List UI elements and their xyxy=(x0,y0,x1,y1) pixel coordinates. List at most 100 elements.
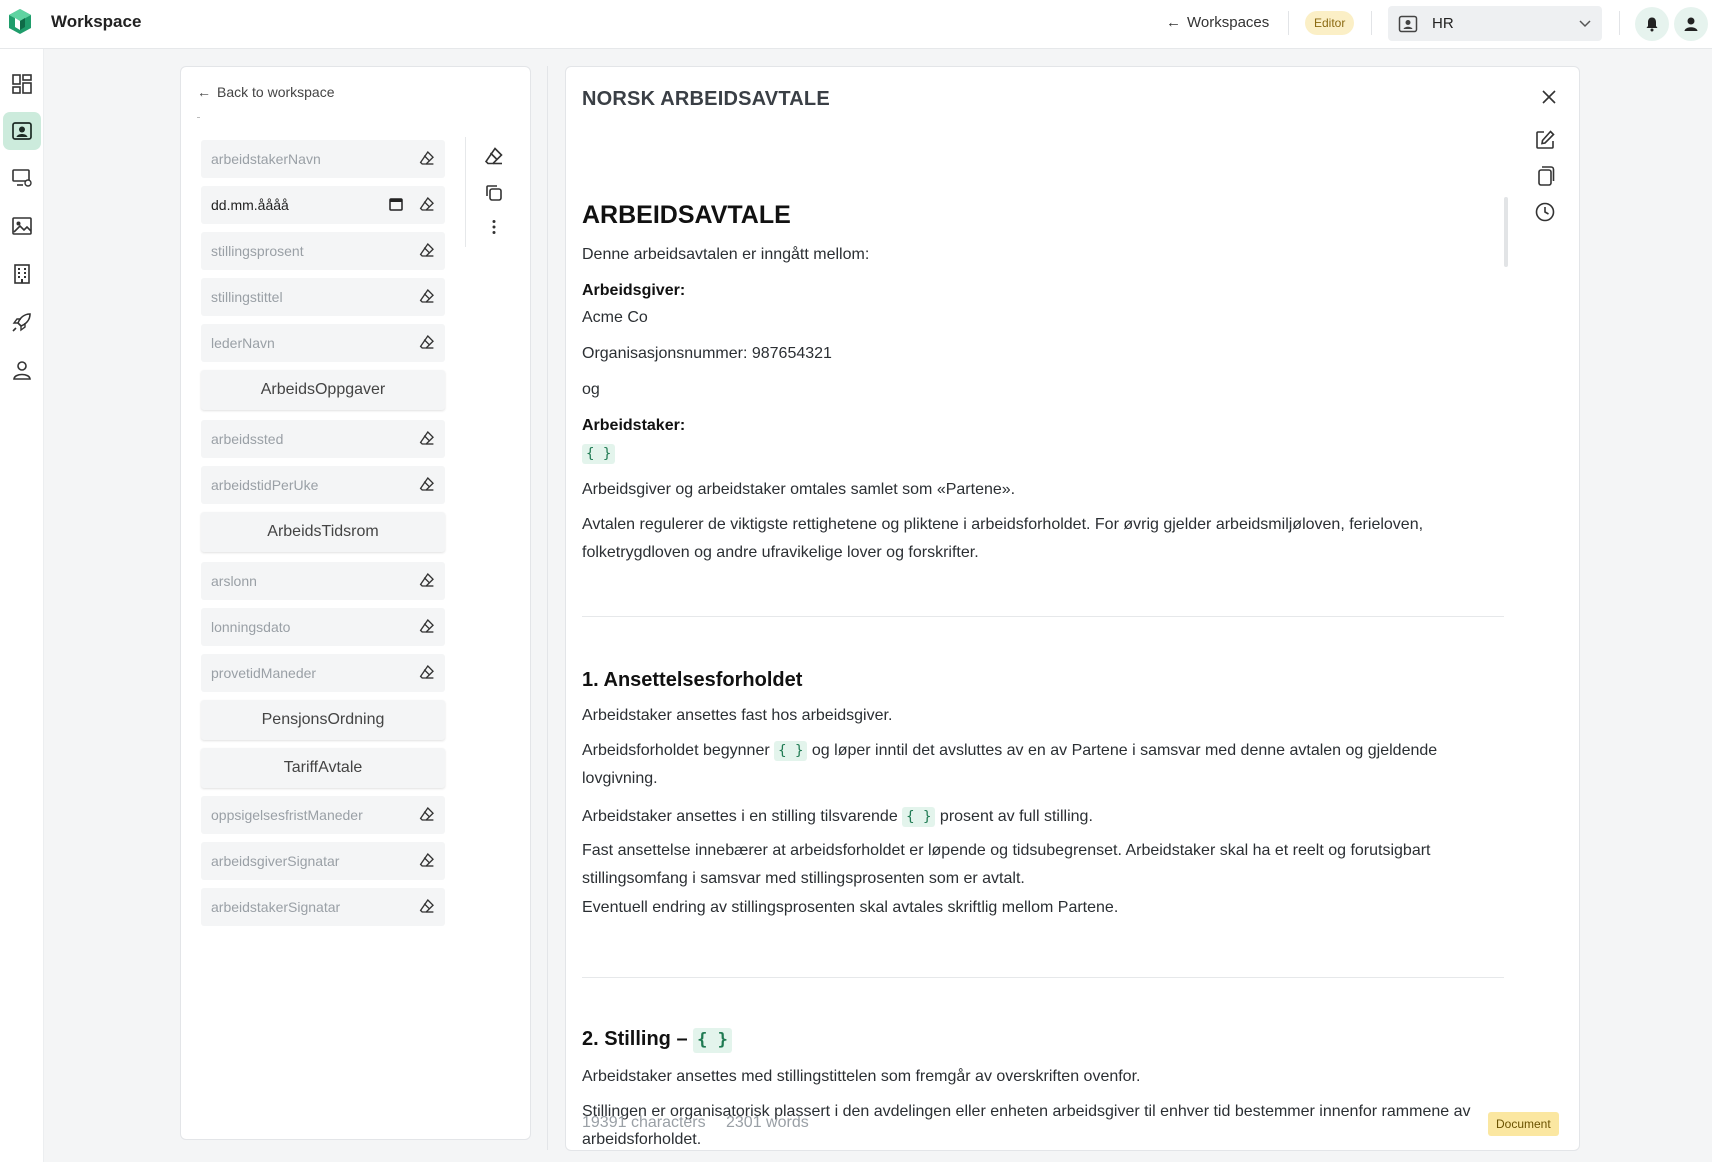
placeholder-token[interactable]: { } xyxy=(693,1028,732,1053)
dashboard-icon xyxy=(12,74,32,94)
nav-workspace[interactable] xyxy=(3,112,41,150)
field-input-ledernavn[interactable]: lederNavn xyxy=(201,324,445,362)
history-button[interactable] xyxy=(1533,200,1557,224)
field-input-arbeidsgiversignatar[interactable]: arbeidsgiverSignatar xyxy=(201,842,445,880)
eraser-icon[interactable] xyxy=(419,898,437,916)
document-type-badge: Document xyxy=(1488,1112,1559,1136)
eraser-icon[interactable] xyxy=(419,288,437,306)
field-placeholder: lonningsdato xyxy=(211,619,291,635)
eraser-icon xyxy=(484,147,503,165)
field-input-arbeidstakernavn[interactable]: arbeidstakerNavn xyxy=(201,140,445,178)
field-placeholder: lederNavn xyxy=(211,335,275,351)
arrow-left-icon: ← xyxy=(1166,14,1181,31)
placeholder-token[interactable]: { } xyxy=(902,807,936,827)
scrollbar-thumb[interactable] xyxy=(1504,197,1508,267)
nav-dashboard[interactable] xyxy=(3,65,41,103)
section-1-title: 1. Ansettelsesforholdet xyxy=(582,669,803,691)
field-input-arslonn[interactable]: arslonn xyxy=(201,562,445,600)
role-badge: Editor xyxy=(1305,11,1355,35)
edit-button[interactable] xyxy=(1533,128,1557,152)
field-input-provetidmaneder[interactable]: provetidManeder xyxy=(201,654,445,692)
nav-profile[interactable] xyxy=(3,351,41,389)
section-2-paragraph: Stillingen er organisatorisk plassert i … xyxy=(582,1103,1471,1148)
copy-document-button[interactable] xyxy=(1533,164,1557,188)
field-group-tariffavtale[interactable]: TariffAvtale xyxy=(201,748,445,788)
more-options-button[interactable] xyxy=(482,215,506,239)
employee-label: Arbeidstaker: xyxy=(582,417,686,434)
section-2-paragraph: Arbeidstaker ansettes med stillingstitte… xyxy=(582,1068,1141,1085)
field-input-lonningsdato[interactable]: lonningsdato xyxy=(201,608,445,646)
eraser-icon[interactable] xyxy=(419,150,437,168)
field-input-stillingsprosent[interactable]: stillingsprosent xyxy=(201,232,445,270)
field-input-arbeidstakersignatar[interactable]: arbeidstakerSignatar xyxy=(201,888,445,926)
eraser-icon[interactable] xyxy=(419,664,437,682)
nav-rail xyxy=(0,49,44,1162)
chevron-down-icon xyxy=(1579,20,1591,28)
date-input[interactable]: dd.mm.åååå xyxy=(201,186,445,224)
text-fragment: Arbeidstaker ansettes i en stilling tils… xyxy=(582,808,898,825)
eraser-icon[interactable] xyxy=(419,196,437,214)
user-avatar-icon xyxy=(1684,17,1698,31)
divider xyxy=(197,117,200,118)
user-menu-button[interactable] xyxy=(1674,7,1708,41)
placeholder-token[interactable]: { } xyxy=(582,444,616,464)
org-number: Organisasjonsnummer: 987654321 xyxy=(582,345,832,362)
word-count: 2301 words xyxy=(726,1114,809,1131)
employer-label: Arbeidsgiver: xyxy=(582,282,686,299)
section-1-paragraph: Eventuell endring av stillingsprosenten … xyxy=(582,899,1119,916)
parties-text: Arbeidsgiver og arbeidstaker omtales sam… xyxy=(582,481,1016,498)
field-placeholder: stillingsprosent xyxy=(211,243,304,259)
field-input-stillingstittel[interactable]: stillingstittel xyxy=(201,278,445,316)
nav-devices[interactable] xyxy=(3,159,41,197)
divider xyxy=(1288,11,1289,35)
section-1-paragraph: Arbeidstaker ansettes i en stilling tils… xyxy=(582,807,1093,827)
app-logo-icon[interactable] xyxy=(7,8,33,36)
clear-all-button[interactable] xyxy=(482,144,506,168)
panel-divider xyxy=(547,66,548,1150)
nav-media[interactable] xyxy=(3,207,41,245)
employer-name: Acme Co xyxy=(582,309,648,326)
nav-launch[interactable] xyxy=(3,303,41,341)
notifications-button[interactable] xyxy=(1635,7,1669,41)
section-1-paragraph: Arbeidsforholdet begynner { } og løper i… xyxy=(582,737,1504,793)
eraser-icon[interactable] xyxy=(419,242,437,260)
eraser-icon[interactable] xyxy=(419,618,437,636)
field-input-arbeidstidperuke[interactable]: arbeidstidPerUke xyxy=(201,466,445,504)
back-to-workspace-link[interactable]: ← Back to workspace xyxy=(197,84,335,100)
eraser-icon[interactable] xyxy=(419,476,437,494)
field-group-arbeidstidsrom[interactable]: ArbeidsTidsrom xyxy=(201,512,445,552)
duplicate-button[interactable] xyxy=(482,181,506,205)
close-icon[interactable] xyxy=(1541,89,1557,105)
copy-icon xyxy=(1538,166,1555,186)
eraser-icon[interactable] xyxy=(419,334,437,352)
field-placeholder: stillingstittel xyxy=(211,289,283,305)
workspaces-link[interactable]: ← Workspaces xyxy=(1166,14,1269,31)
placeholder-token[interactable]: { } xyxy=(774,741,808,761)
image-icon xyxy=(12,217,32,235)
eraser-icon[interactable] xyxy=(419,430,437,448)
eraser-icon[interactable] xyxy=(419,806,437,824)
eraser-icon[interactable] xyxy=(419,572,437,590)
field-placeholder: arslonn xyxy=(211,573,257,589)
arrow-left-icon: ← xyxy=(197,84,211,100)
nav-organization[interactable] xyxy=(3,255,41,293)
section-divider xyxy=(582,977,1504,978)
field-placeholder: arbeidstidPerUke xyxy=(211,477,319,493)
field-input-arbeidssted[interactable]: arbeidssted xyxy=(201,420,445,458)
field-group-arbeidsoppgaver[interactable]: ArbeidsOppgaver xyxy=(201,370,445,410)
workspace-select[interactable]: HR xyxy=(1388,6,1602,41)
divider xyxy=(465,137,466,247)
section-1-paragraph: Fast ansettelse innebærer at arbeidsforh… xyxy=(582,842,1431,887)
text-fragment: prosent av full stilling. xyxy=(939,808,1093,825)
calendar-icon[interactable] xyxy=(389,197,403,216)
eraser-icon[interactable] xyxy=(419,852,437,870)
document-panel: NORSK ARBEIDSAVTALE ARBEIDSAVTALE Denne … xyxy=(565,66,1580,1151)
building-icon xyxy=(14,264,30,284)
field-group-pensjonsordning[interactable]: PensjonsOrdning xyxy=(201,700,445,740)
history-icon xyxy=(1535,202,1555,222)
monitor-settings-icon xyxy=(12,169,32,187)
field-input-oppsigelsesfristmaneder[interactable]: oppsigelsesfristManeder xyxy=(201,796,445,834)
section-2-title: 2. Stilling – { } xyxy=(582,1028,732,1053)
field-placeholder: oppsigelsesfristManeder xyxy=(211,807,363,823)
copy-icon xyxy=(486,185,502,201)
